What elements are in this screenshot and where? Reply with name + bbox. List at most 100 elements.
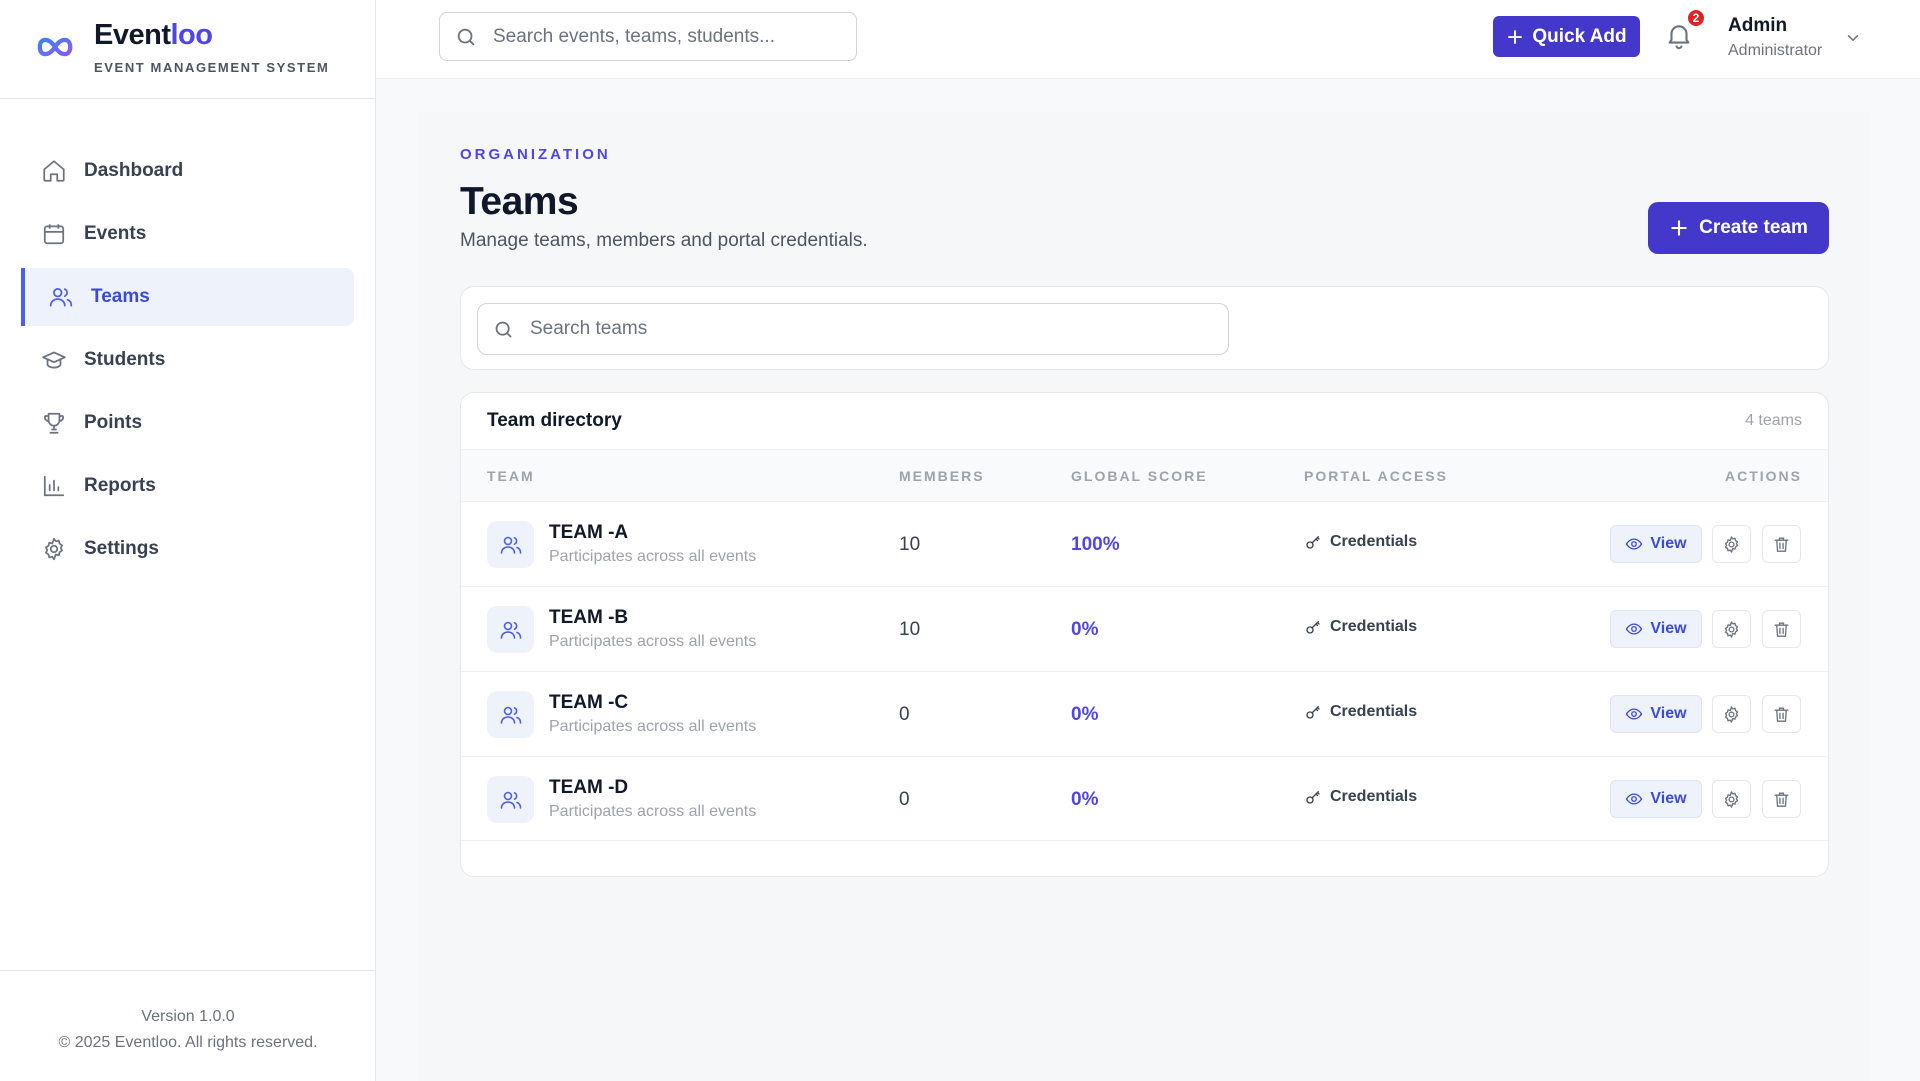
quick-add-button[interactable]: Quick Add [1493, 16, 1640, 57]
team-avatar [487, 776, 534, 823]
home-icon [41, 158, 67, 184]
users-icon [499, 533, 523, 557]
gear-icon [41, 536, 67, 562]
notification-badge: 2 [1686, 8, 1706, 28]
user-menu[interactable]: Admin Administrator [1728, 14, 1862, 62]
version-text: Version 1.0.0 [141, 1008, 235, 1025]
eye-icon [1625, 620, 1643, 638]
team-description: Participates across all events [549, 718, 757, 735]
sidebar-item-settings[interactable]: Settings [21, 520, 354, 578]
graduation-cap-icon [41, 347, 67, 373]
card-header: Team directory 4 teams [461, 393, 1828, 449]
credentials-link[interactable]: Credentials [1304, 618, 1417, 636]
table-header: TEAM MEMBERS GLOBAL SCORE PORTAL ACCESS … [461, 449, 1828, 501]
trash-icon [1772, 790, 1791, 809]
sidebar-item-label: Events [84, 223, 147, 244]
users-icon [499, 703, 523, 727]
page-eyebrow: ORGANIZATION [460, 146, 611, 163]
key-icon [1304, 618, 1322, 636]
column-header-actions: ACTIONS [1725, 468, 1802, 484]
create-team-label: Create team [1699, 217, 1808, 238]
copyright-text: © 2025 Eventloo. All rights reserved. [58, 1034, 318, 1051]
sidebar-item-students[interactable]: Students [21, 331, 354, 389]
team-global-score: 100% [1071, 534, 1120, 555]
users-icon [499, 618, 523, 642]
view-team-button[interactable]: View [1610, 525, 1702, 563]
gear-icon [1722, 790, 1741, 809]
global-search-input[interactable] [493, 25, 856, 48]
delete-team-button[interactable] [1762, 525, 1801, 563]
sidebar-item-events[interactable]: Events [21, 205, 354, 263]
view-label: View [1650, 790, 1687, 807]
credentials-label: Credentials [1330, 703, 1418, 720]
eye-icon [1625, 705, 1643, 723]
search-icon [493, 319, 514, 340]
create-team-button[interactable]: Create team [1648, 202, 1829, 254]
team-avatar [487, 691, 534, 738]
table-row: TEAM -A Participates across all events 1… [461, 501, 1828, 586]
trophy-icon [41, 410, 67, 436]
gear-icon [1722, 705, 1741, 724]
team-settings-button[interactable] [1712, 695, 1751, 733]
team-name: TEAM -A [549, 522, 629, 543]
trash-icon [1772, 705, 1791, 724]
credentials-label: Credentials [1330, 533, 1418, 550]
key-icon [1304, 703, 1322, 721]
team-members: 10 [899, 534, 921, 555]
team-search[interactable] [477, 303, 1229, 355]
eye-icon [1625, 790, 1643, 808]
gear-icon [1722, 620, 1741, 639]
sidebar-item-dashboard[interactable]: Dashboard [21, 142, 354, 200]
credentials-label: Credentials [1330, 788, 1418, 805]
plus-icon [1669, 218, 1689, 238]
search-icon [455, 26, 477, 48]
user-role: Administrator [1728, 42, 1823, 59]
view-team-button[interactable]: View [1610, 610, 1702, 648]
sidebar-item-label: Students [84, 349, 166, 370]
sidebar-item-points[interactable]: Points [21, 394, 354, 452]
credentials-link[interactable]: Credentials [1304, 533, 1417, 551]
chevron-down-icon [1844, 29, 1862, 47]
page-subtitle: Manage teams, members and portal credent… [460, 230, 868, 251]
team-global-score: 0% [1071, 789, 1099, 810]
team-settings-button[interactable] [1712, 780, 1751, 818]
gear-icon [1722, 535, 1741, 554]
delete-team-button[interactable] [1762, 610, 1801, 648]
sidebar-item-label: Settings [84, 538, 159, 559]
team-settings-button[interactable] [1712, 525, 1751, 563]
team-directory-card: Team directory 4 teams TEAM MEMBERS GLOB… [460, 392, 1829, 877]
team-global-score: 0% [1071, 619, 1099, 640]
delete-team-button[interactable] [1762, 780, 1801, 818]
team-search-card [460, 286, 1829, 370]
view-team-button[interactable]: View [1610, 695, 1702, 733]
trash-icon [1772, 535, 1791, 554]
main-content: ORGANIZATION Teams Manage teams, members… [418, 112, 1870, 1081]
team-members: 0 [899, 704, 910, 725]
view-label: View [1650, 535, 1687, 552]
sidebar-item-teams[interactable]: Teams [21, 268, 354, 326]
users-icon [499, 788, 523, 812]
sidebar-item-label: Dashboard [84, 160, 184, 181]
team-global-score: 0% [1071, 704, 1099, 725]
team-search-input[interactable] [530, 318, 1228, 340]
team-settings-button[interactable] [1712, 610, 1751, 648]
column-header-portal-access: PORTAL ACCESS [1304, 468, 1448, 484]
brand-name: Eventloo [94, 19, 213, 51]
column-header-team: TEAM [487, 468, 535, 484]
credentials-label: Credentials [1330, 618, 1418, 635]
view-label: View [1650, 620, 1687, 637]
team-description: Participates across all events [549, 548, 757, 565]
bar-chart-icon [41, 473, 67, 499]
credentials-link[interactable]: Credentials [1304, 703, 1417, 721]
view-team-button[interactable]: View [1610, 780, 1702, 818]
team-name: TEAM -B [549, 607, 629, 628]
column-header-members: MEMBERS [899, 468, 985, 484]
team-description: Participates across all events [549, 803, 757, 820]
delete-team-button[interactable] [1762, 695, 1801, 733]
team-count: 4 teams [1745, 412, 1802, 429]
credentials-link[interactable]: Credentials [1304, 788, 1417, 806]
sidebar-item-reports[interactable]: Reports [21, 457, 354, 515]
view-label: View [1650, 705, 1687, 722]
team-avatar [487, 606, 534, 653]
global-search[interactable] [439, 12, 857, 61]
